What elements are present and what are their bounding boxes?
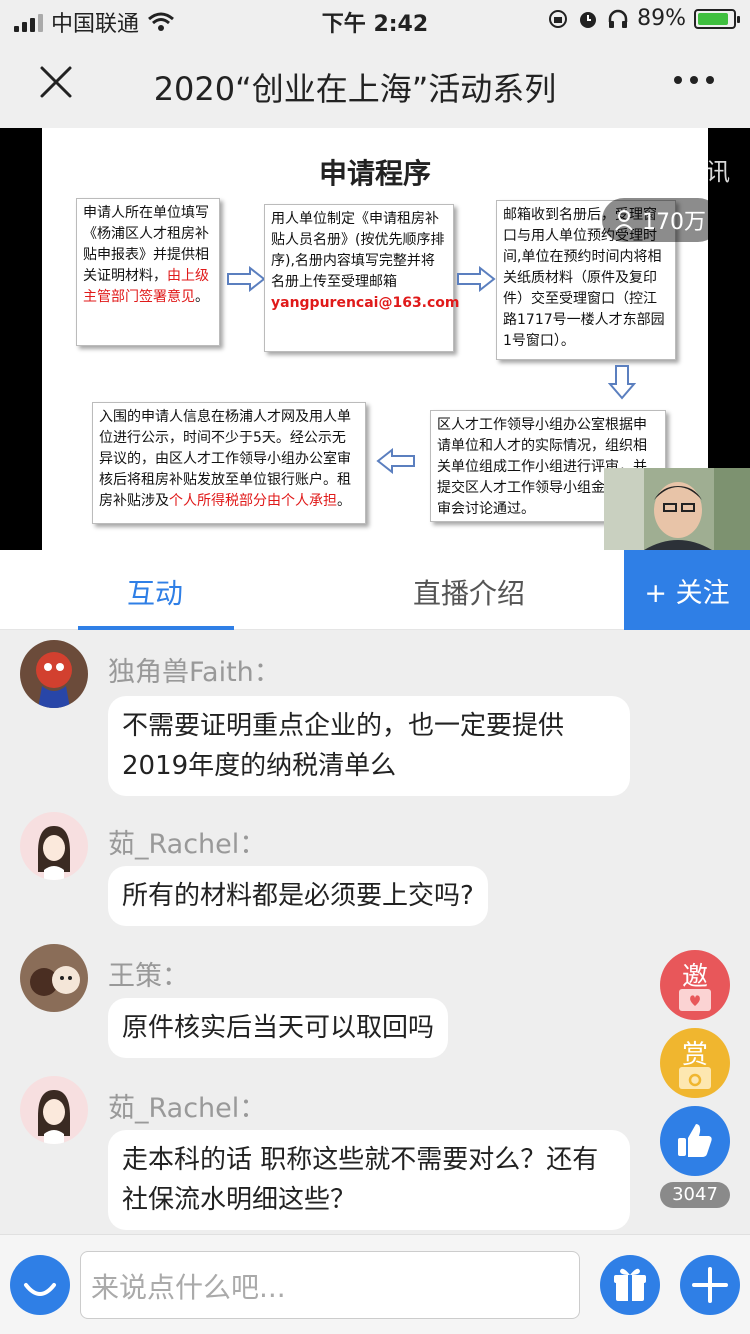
step-5-red-text: 个人所得税部分由个人承担 xyxy=(169,493,337,509)
step-2-text: 用人单位制定《申请租房补贴人员名册》(按优先顺序排序),名册内容填写完整并将名册… xyxy=(271,211,445,290)
step-1-end: 。 xyxy=(195,289,209,305)
tab-bar: 互动 直播介绍 + 关注 xyxy=(0,550,750,630)
step-box-1: 申请人所在单位填写《杨浦区人才租房补贴申报表》并提供相关证明材料，由上级主管部门… xyxy=(76,198,220,346)
step-2-email: yangpurencai@163.com xyxy=(271,295,460,311)
gift-button[interactable] xyxy=(600,1255,660,1315)
chat-bubble: 所有的材料都是必须要上交吗? xyxy=(108,866,488,926)
gift-icon xyxy=(614,1268,646,1301)
chat-list[interactable]: 独角兽Faith： 不需要证明重点企业的，也一定要提供2019年度的纳税清单么 … xyxy=(0,630,750,1234)
arrow-left-icon xyxy=(376,448,415,474)
thumbs-up-icon xyxy=(678,1124,712,1157)
step-box-5: 入围的申请人信息在杨浦人才网及用人单位进行公示，时间不少于5天。经公示无异议的，… xyxy=(92,402,366,524)
avatar[interactable] xyxy=(20,1076,88,1144)
follow-button[interactable]: + 关注 xyxy=(624,550,750,630)
add-button[interactable] xyxy=(680,1255,740,1315)
avatar-image xyxy=(20,944,88,1012)
chat-username: 独角兽Faith： xyxy=(108,657,281,688)
headphones-icon xyxy=(608,9,628,28)
alarm-icon xyxy=(580,11,597,28)
slide-title: 申请程序 xyxy=(318,157,431,190)
tab-interaction[interactable]: 互动 xyxy=(0,572,310,612)
chat-username: 茹_Rachel： xyxy=(108,1093,267,1124)
invite-button[interactable]: 邀 xyxy=(660,950,730,1020)
avatar-image xyxy=(20,640,88,708)
battery-percent: 89% xyxy=(637,6,686,31)
red-envelope-icon xyxy=(679,1067,711,1089)
nav-bar: 2020“创业在上海”活动系列 xyxy=(0,40,750,128)
live-video-player[interactable]: 申请程序 申请人所在单位填写《杨浦区人才租房补贴申报表》并提供相关证明材料，由上… xyxy=(0,128,750,550)
arrow-right-icon xyxy=(457,266,496,292)
chat-username: 王策： xyxy=(108,961,189,992)
envelope-icon xyxy=(679,989,711,1011)
input-bar: 来说点什么吧... xyxy=(0,1234,750,1334)
channel-watermark: 中企视讯 xyxy=(634,158,730,186)
step-box-2: 用人单位制定《申请租房补贴人员名册》(按优先顺序排序),名册内容填写完整并将名册… xyxy=(264,204,460,352)
avatar-image xyxy=(20,1076,88,1144)
arrow-right-icon xyxy=(227,266,266,292)
chat-bubble: 原件核实后当天可以取回吗 xyxy=(108,998,449,1058)
close-icon[interactable] xyxy=(36,62,76,102)
presenter-camera xyxy=(604,468,750,550)
chat-username: 茹_Rachel： xyxy=(108,829,267,860)
avatar[interactable] xyxy=(20,640,88,708)
page-title: 2020“创业在上海”活动系列 xyxy=(153,70,557,108)
reward-button[interactable]: 赏 xyxy=(660,1028,730,1098)
lock-rotation-icon xyxy=(549,9,568,28)
status-bar: 中国联通 下午 2:42 89% xyxy=(0,0,750,40)
chat-bubble: 不需要证明重点企业的，也一定要提供2019年度的纳税清单么 xyxy=(108,696,630,796)
avatar-image xyxy=(20,812,88,880)
chat-bubble: 走本科的话 职称这些就不需要对么？还有社保流水明细这些？ xyxy=(108,1130,630,1230)
smile-icon xyxy=(24,1283,56,1296)
battery-icon xyxy=(694,8,740,29)
avatar[interactable] xyxy=(20,812,88,880)
tab-intro[interactable]: 直播介绍 xyxy=(310,572,628,612)
viewer-count-text: 170万 xyxy=(642,210,706,235)
arrow-down-icon xyxy=(608,365,636,400)
comment-input[interactable]: 来说点什么吧... xyxy=(80,1251,580,1319)
like-button[interactable] xyxy=(660,1106,730,1176)
plus-icon xyxy=(692,1267,728,1303)
step-5-end: 。 xyxy=(337,493,351,509)
viewer-count: 170万 xyxy=(602,198,720,242)
avatar[interactable] xyxy=(20,944,88,1012)
emoji-button[interactable] xyxy=(10,1255,70,1315)
person-icon xyxy=(615,210,633,231)
more-icon[interactable] xyxy=(674,76,714,84)
presenter-image xyxy=(604,468,750,550)
like-count: 3047 xyxy=(660,1182,730,1208)
